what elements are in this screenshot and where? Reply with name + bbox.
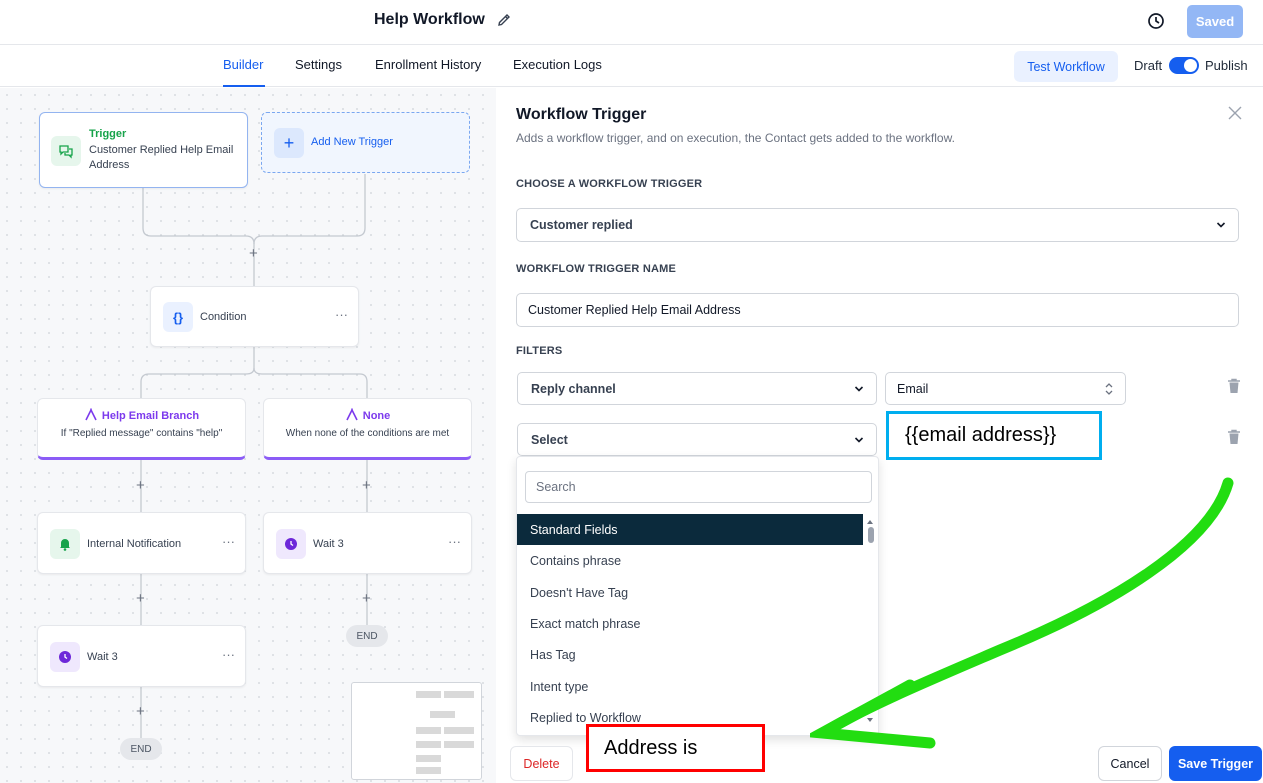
trigger-node[interactable]: Trigger Customer Replied Help Email Addr… <box>39 112 248 188</box>
filter-value-select[interactable]: Email <box>885 372 1126 405</box>
chevron-down-icon <box>854 436 864 443</box>
branch-icon <box>346 408 358 421</box>
branch-none[interactable]: None When none of the conditions are met <box>263 398 472 460</box>
tabs-bar: Builder Settings Enrollment History Exec… <box>0 45 1263 87</box>
trash-icon[interactable] <box>1227 429 1241 445</box>
tab-enrollment-history[interactable]: Enrollment History <box>375 57 481 72</box>
filter1-value: Email <box>897 381 929 396</box>
trigger-name-value: Customer Replied Help Email Address <box>528 303 741 317</box>
history-icon[interactable] <box>1146 11 1166 31</box>
plus-icon: + <box>274 128 304 158</box>
saved-button[interactable]: Saved <box>1187 5 1243 38</box>
panel-title: Workflow Trigger <box>516 106 647 123</box>
active-tab-indicator <box>223 85 265 87</box>
filter2-field-value: Select <box>531 432 568 447</box>
annotation-email-box: {{email address}} <box>886 411 1102 460</box>
more-icon[interactable]: ··· <box>448 534 461 549</box>
braces-icon: {} <box>163 302 193 332</box>
trigger-title: Trigger <box>89 128 127 140</box>
branch-title: Help Email Branch <box>38 408 245 422</box>
filter-field-select-open[interactable]: Select <box>517 423 877 456</box>
trigger-name-input[interactable]: Customer Replied Help Email Address <box>516 293 1239 327</box>
pencil-icon[interactable] <box>496 12 512 28</box>
chevron-down-icon <box>1216 222 1226 228</box>
more-icon[interactable]: ··· <box>335 307 348 322</box>
wait-label: Wait 3 <box>87 651 118 663</box>
draft-label: Draft <box>1134 58 1163 73</box>
add-step-plus[interactable]: + <box>249 245 258 262</box>
filter-field-select[interactable]: Reply channel <box>517 372 877 405</box>
filter1-field-value: Reply channel <box>531 381 616 396</box>
add-step-plus[interactable]: + <box>362 590 371 607</box>
clock-icon <box>276 529 306 559</box>
delete-button[interactable]: Delete <box>510 746 573 781</box>
chevron-down-icon <box>854 385 864 392</box>
add-trigger-label: Add New Trigger <box>311 136 393 148</box>
panel-subtitle: Adds a workflow trigger, and on executio… <box>516 131 955 145</box>
tab-execution-logs[interactable]: Execution Logs <box>513 57 602 72</box>
more-icon[interactable]: ··· <box>222 534 235 549</box>
trigger-name-label: WORKFLOW TRIGGER NAME <box>516 263 677 275</box>
trigger-line2: Address <box>89 159 130 171</box>
branch-icon <box>85 408 97 421</box>
tab-settings[interactable]: Settings <box>295 57 342 72</box>
trash-icon[interactable] <box>1227 378 1241 394</box>
wait-node[interactable]: Wait 3 ··· <box>263 512 472 574</box>
end-pill: END <box>346 625 388 647</box>
internal-notification-label: Internal Notification <box>87 538 182 550</box>
publish-toggle[interactable] <box>1169 57 1199 74</box>
branch1-subtitle: If "Replied message" contains "help" <box>60 428 223 439</box>
bell-icon <box>50 529 80 559</box>
test-workflow-button[interactable]: Test Workflow <box>1014 51 1118 82</box>
more-icon[interactable]: ··· <box>222 647 235 662</box>
updown-icon <box>1105 383 1113 395</box>
minimap[interactable] <box>351 682 482 780</box>
internal-notification-node[interactable]: Internal Notification ··· <box>37 512 246 574</box>
branch2-title: None <box>362 410 391 422</box>
branch1-title: Help Email Branch <box>101 410 200 422</box>
add-step-plus[interactable]: + <box>136 703 145 720</box>
close-icon[interactable] <box>1228 106 1242 120</box>
wait-node[interactable]: Wait 3 ··· <box>37 625 246 687</box>
add-step-plus[interactable]: + <box>136 590 145 607</box>
branch2-subtitle: When none of the conditions are met <box>285 428 450 439</box>
chat-icon <box>51 136 81 166</box>
annotation-address-box: Address is <box>586 724 765 772</box>
condition-node[interactable]: {} Condition ··· <box>150 286 359 347</box>
add-new-trigger-button[interactable]: + Add New Trigger <box>261 112 470 173</box>
trigger-select[interactable]: Customer replied <box>516 208 1239 242</box>
add-step-plus[interactable]: + <box>136 477 145 494</box>
trigger-select-value: Customer replied <box>530 218 633 232</box>
branch-title: None <box>264 408 471 422</box>
workflow-title[interactable]: Help Workflow <box>374 11 485 29</box>
clock-icon <box>50 642 80 672</box>
publish-label: Publish <box>1205 58 1248 73</box>
branch-help-email[interactable]: Help Email Branch If "Replied message" c… <box>37 398 246 460</box>
choose-trigger-label: CHOOSE A WORKFLOW TRIGGER <box>516 178 703 190</box>
condition-label: Condition <box>200 311 247 323</box>
filters-label: FILTERS <box>516 345 563 357</box>
add-step-plus[interactable]: + <box>362 477 371 494</box>
top-bar: Help Workflow Saved <box>0 0 1263 45</box>
tab-builder[interactable]: Builder <box>223 57 263 72</box>
wait-label: Wait 3 <box>313 538 344 550</box>
trigger-line1: Customer Replied Help Email <box>89 144 234 156</box>
end-pill: END <box>120 738 162 760</box>
annotation-arrow <box>810 477 1234 749</box>
workflow-canvas[interactable]: Trigger Customer Replied Help Email Addr… <box>0 88 496 783</box>
